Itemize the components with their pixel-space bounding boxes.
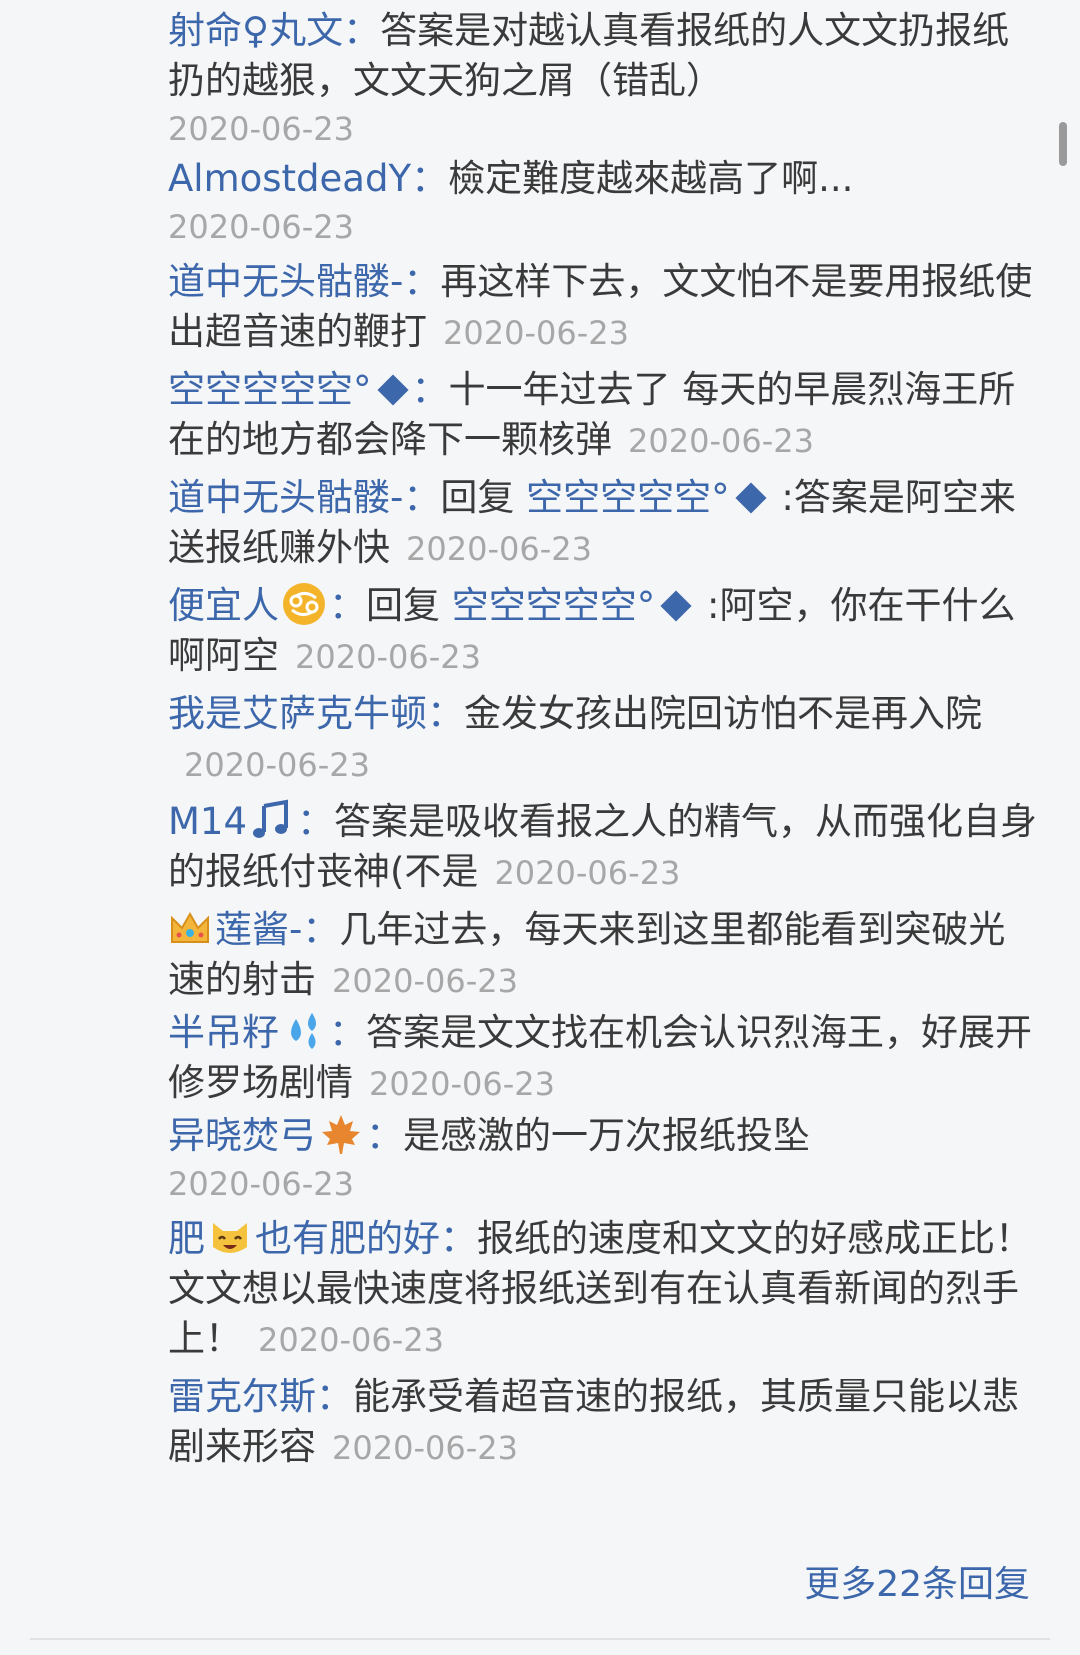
reply-word: 回复 bbox=[366, 584, 440, 627]
mention-link[interactable]: 空空空空空° bbox=[452, 584, 656, 627]
reply-username[interactable]: M14 bbox=[168, 800, 247, 843]
username-separator: ： bbox=[366, 1114, 403, 1157]
reply-date: 2020-06-23 bbox=[332, 962, 518, 1000]
crown-icon bbox=[171, 911, 209, 943]
reply-date: 2020-06-23 bbox=[443, 314, 629, 352]
reply-text: 檢定難度越來越高了啊... bbox=[448, 157, 854, 200]
scrollbar-thumb[interactable] bbox=[1059, 122, 1067, 166]
mention-link[interactable]: 空空空空空° bbox=[526, 476, 730, 519]
username-separator: ： bbox=[403, 260, 441, 303]
reply-item[interactable]: 我是艾萨克牛顿：金发女孩出院回访怕不是再入院 2020-06-23 bbox=[168, 689, 1040, 797]
username-separator: ： bbox=[297, 800, 335, 843]
diamond-icon bbox=[376, 373, 409, 406]
diamond-icon bbox=[735, 481, 767, 514]
reply-username[interactable]: 道中无头骷髅- bbox=[168, 476, 403, 519]
reply-item[interactable]: AlmostdeadY：檢定難度越來越高了啊... 2020-06-23 bbox=[168, 154, 1040, 257]
reply-item[interactable]: 道中无头骷髅-：回复 空空空空空° :答案是阿空来送报纸赚外快 2020-06-2… bbox=[168, 473, 1040, 581]
reply-item[interactable]: 半吊籽 ：答案是文文找在机会认识烈海王，好展开修罗场剧情 2020-06-23 bbox=[168, 1008, 1040, 1111]
reply-item[interactable]: 莲酱-：几年过去，每天来到这里都能看到突破光速的射击 2020-06-23 bbox=[168, 905, 1040, 1008]
reply-username[interactable]: 半吊籽 bbox=[168, 1011, 279, 1054]
diamond-icon bbox=[660, 589, 692, 622]
reply-word: 回复 bbox=[440, 476, 515, 519]
more-replies-link[interactable]: 更多22条回复 bbox=[804, 1555, 1030, 1607]
reply-item[interactable]: 肥也有肥的好：报纸的速度和文文的好感成正比！文文想以最快速度将报纸送到有在认真看… bbox=[168, 1214, 1040, 1372]
username-separator: ： bbox=[411, 368, 449, 411]
username-separator: ： bbox=[302, 908, 340, 951]
reply-username[interactable]: 莲酱- bbox=[215, 908, 302, 951]
reply-date: 2020-06-23 bbox=[628, 422, 814, 460]
reply-date: 2020-06-23 bbox=[258, 1321, 444, 1359]
reply-item[interactable]: 道中无头骷髅-：再这样下去，文文怕不是要用报纸使出超音速的鞭打 2020-06-2… bbox=[168, 257, 1040, 365]
sweat-droplets-icon bbox=[291, 1013, 316, 1049]
reply-username[interactable]: AlmostdeadY bbox=[168, 157, 411, 200]
cancer-zodiac-icon bbox=[283, 583, 325, 625]
reply-date: 2020-06-23 bbox=[168, 1165, 354, 1203]
username-separator: ： bbox=[440, 1217, 477, 1260]
reply-item[interactable]: 便宜人 ：回复 空空空空空° :阿空，你在干什么啊阿空 2020-06-23 bbox=[168, 581, 1040, 689]
reply-list: 射命♀丸文：答案是对越认真看报纸的人文文扔报纸扔的越狠，文文天狗之屑（错乱） 2… bbox=[168, 6, 1040, 1480]
reply-date: 2020-06-23 bbox=[184, 746, 370, 784]
reply-item[interactable]: 射命♀丸文：答案是对越认真看报纸的人文文扔报纸扔的越狠，文文天狗之屑（错乱） 2… bbox=[168, 6, 1040, 154]
reply-username[interactable]: 异晓焚弓 bbox=[168, 1114, 316, 1157]
reply-date: 2020-06-23 bbox=[295, 638, 481, 676]
reply-item[interactable]: 异晓焚弓 ：是感激的一万次报纸投坠 2020-06-23 bbox=[168, 1111, 1040, 1214]
reply-date: 2020-06-23 bbox=[332, 1429, 518, 1467]
music-note-icon bbox=[253, 799, 289, 838]
cat-face-icon bbox=[213, 1223, 247, 1253]
reply-username[interactable]: 便宜人 bbox=[168, 584, 279, 627]
reply-date: 2020-06-23 bbox=[406, 530, 592, 568]
username-separator: ： bbox=[411, 157, 449, 200]
reply-username[interactable]: 道中无头骷髅- bbox=[168, 260, 403, 303]
reply-username[interactable]: 肥 bbox=[168, 1217, 205, 1260]
reply-date: 2020-06-23 bbox=[369, 1065, 555, 1103]
username-separator: ： bbox=[403, 476, 441, 519]
reply-text: 金发女孩出院回访怕不是再入院 bbox=[464, 692, 982, 735]
username-separator: ： bbox=[329, 584, 366, 627]
reply-date: 2020-06-23 bbox=[168, 110, 354, 148]
username-separator: ： bbox=[316, 1375, 353, 1418]
maple-leaf-icon bbox=[322, 1115, 360, 1154]
reply-username[interactable]: 我是艾萨克牛顿 bbox=[168, 692, 427, 735]
reply-item[interactable]: M14 ：答案是吸收看报之人的精气，从而强化自身的报纸付丧神(不是 2020-06-… bbox=[168, 797, 1040, 905]
username-separator: ： bbox=[343, 9, 381, 52]
reply-username-tail[interactable]: 也有肥的好 bbox=[255, 1217, 440, 1260]
reply-date: 2020-06-23 bbox=[494, 854, 681, 892]
reply-username[interactable]: 雷克尔斯 bbox=[168, 1375, 316, 1418]
username-separator: ： bbox=[329, 1011, 366, 1054]
reply-item[interactable]: 雷克尔斯：能承受着超音速的报纸，其质量只能以悲剧来形容 2020-06-23 bbox=[168, 1372, 1040, 1480]
reply-text: 是感激的一万次报纸投坠 bbox=[403, 1114, 810, 1157]
username-separator: ： bbox=[427, 692, 464, 735]
reply-item[interactable]: 空空空空空° ：十一年过去了 每天的早晨烈海王所在的地方都会降下一颗核弹 2020-… bbox=[168, 365, 1040, 473]
reply-username[interactable]: 空空空空空° bbox=[168, 368, 372, 411]
divider bbox=[30, 1638, 1050, 1640]
reply-date: 2020-06-23 bbox=[168, 208, 354, 246]
reply-username[interactable]: 射命♀丸文 bbox=[168, 9, 343, 52]
